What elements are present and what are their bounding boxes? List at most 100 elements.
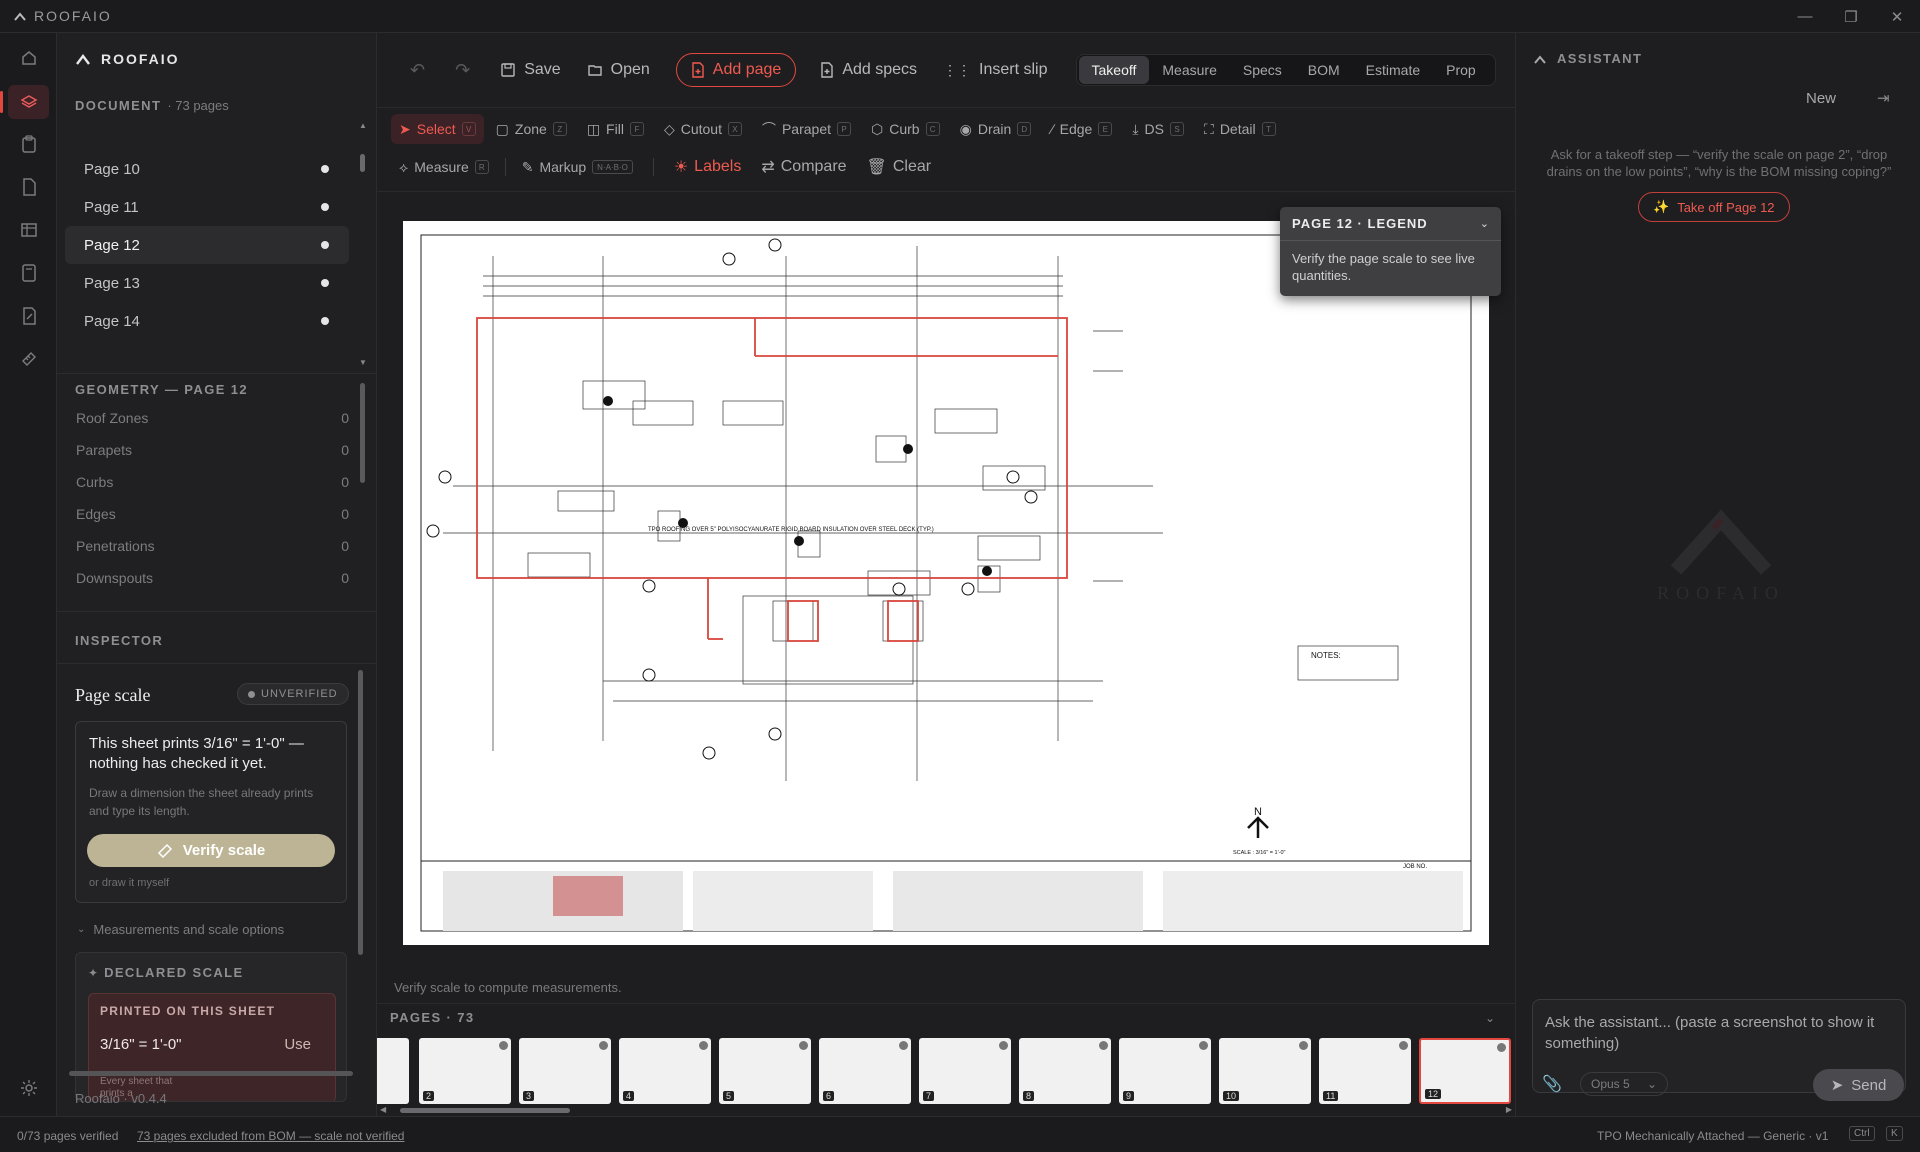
geometry-row[interactable]: Roof Zones 0 — [57, 402, 377, 434]
home-icon[interactable] — [8, 41, 49, 75]
tab-proposal[interactable]: Prop — [1433, 56, 1489, 84]
draw-it-myself-link[interactable]: or draw it myself — [89, 877, 169, 889]
curb-tool[interactable]: ⬡ Curb C — [863, 114, 948, 144]
calculator-icon[interactable] — [8, 256, 49, 290]
edge-tool[interactable]: ∕ Edge E — [1043, 114, 1120, 144]
fill-icon: ◫ — [586, 120, 601, 137]
top-toolbar: ↶ ↷ Save Open Add page Add specs ⋮⋮ Inser… — [377, 33, 1515, 108]
table-icon[interactable] — [8, 213, 49, 247]
zone-tool[interactable]: ▢ Zone Z — [488, 114, 575, 144]
chevron-down-icon[interactable]: ⌄ — [1480, 217, 1489, 230]
markup-tool[interactable]: ✎ Markup N·A·B·O — [514, 152, 641, 182]
page-list-item[interactable]: Page 11 — [65, 188, 349, 226]
system-label[interactable]: TPO Mechanically Attached — Generic · v1 — [1597, 1129, 1828, 1143]
model-select[interactable]: Opus 5 ⌄ — [1580, 1072, 1668, 1096]
exit-icon[interactable]: ⇥ — [1877, 89, 1890, 107]
roofaio-logo-icon — [14, 12, 26, 21]
page-thumbnail[interactable]: 8 — [1019, 1038, 1111, 1104]
page-thumbnail[interactable]: 6 — [819, 1038, 911, 1104]
send-button[interactable]: ➤ Send — [1813, 1069, 1904, 1101]
drawing-canvas[interactable]: NOTES: TPO ROOFING OVER 5" POLYISOCYANUR… — [403, 221, 1489, 945]
minimize-icon[interactable]: — — [1782, 0, 1828, 33]
new-chat-button[interactable]: New — [1806, 90, 1836, 107]
page-thumbnail[interactable] — [377, 1038, 409, 1104]
horizontal-scrollbar[interactable] — [61, 1069, 363, 1077]
redo-icon[interactable]: ↷ — [455, 60, 470, 81]
status-bar: 0/73 pages verified 73 pages excluded fr… — [0, 1116, 1920, 1152]
tab-estimate[interactable]: Estimate — [1353, 56, 1433, 84]
page-list-item-selected[interactable]: Page 12 — [65, 226, 349, 264]
drain-tool[interactable]: ◉ Drain D — [952, 114, 1040, 144]
geometry-row[interactable]: Downspouts 0 — [57, 562, 377, 594]
detail-tool[interactable]: ⛶ Detail T — [1196, 114, 1284, 144]
take-off-page-button[interactable]: ✨ Take off Page 12 — [1638, 192, 1790, 222]
page-thumbnail[interactable]: 9 — [1119, 1038, 1211, 1104]
box-icon: ⬡ — [871, 120, 884, 137]
tab-bom[interactable]: BOM — [1295, 56, 1353, 84]
fill-tool[interactable]: ◫ Fill F — [579, 114, 652, 144]
page-thumbnail[interactable]: 3 — [519, 1038, 611, 1104]
assistant-input[interactable]: Ask the assistant... (paste a screenshot… — [1545, 1012, 1885, 1054]
tab-measure[interactable]: Measure — [1149, 56, 1229, 84]
cutout-tool[interactable]: ◇ Cutout X — [656, 114, 750, 144]
page-thumbnail[interactable]: 4 — [619, 1038, 711, 1104]
page-thumbnail[interactable]: 7 — [919, 1038, 1011, 1104]
assistant-watermark: ROOFAIO — [1641, 508, 1801, 604]
tab-takeoff[interactable]: Takeoff — [1078, 56, 1150, 84]
geometry-heading: GEOMETRY — PAGE 12 — [75, 382, 249, 397]
edit-document-icon[interactable] — [8, 299, 49, 333]
insert-slip-icon: ⋮⋮ — [943, 61, 972, 78]
excluded-pages-link[interactable]: 73 pages excluded from BOM — scale not v… — [137, 1129, 404, 1143]
page-list-item[interactable]: Page 13 — [65, 264, 349, 302]
page-list-scrollbar[interactable]: ▲ ▼ — [359, 118, 367, 378]
labels-toggle[interactable]: ☀ Labels — [666, 152, 750, 182]
north-label: N — [1254, 806, 1262, 818]
title-bar: ROOFAIO — ❐ ✕ — [0, 0, 1920, 33]
inspector-scrollbar[interactable] — [358, 670, 363, 955]
geometry-row[interactable]: Curbs 0 — [57, 466, 377, 498]
chevron-down-icon[interactable]: ⌄ — [1485, 1011, 1495, 1025]
save-button[interactable]: Save — [500, 61, 561, 79]
settings-icon[interactable] — [8, 1071, 49, 1105]
ruler-icon — [157, 843, 172, 858]
attach-icon[interactable]: 📎 — [1542, 1074, 1562, 1094]
ruler-icon[interactable] — [8, 342, 49, 376]
downspout-tool[interactable]: ⤓ DS S — [1124, 114, 1192, 144]
open-icon — [587, 65, 602, 76]
clipboard-icon[interactable] — [8, 127, 49, 161]
geometry-row[interactable]: Penetrations 0 — [57, 530, 377, 562]
page-thumbnail[interactable]: 11 — [1319, 1038, 1411, 1104]
use-scale-button[interactable]: Use — [284, 1036, 311, 1053]
page-strip-scrollbar[interactable]: ◀ ▶ — [380, 1105, 1512, 1115]
parapet-tool[interactable]: ⌒ Parapet P — [754, 114, 859, 144]
compare-button[interactable]: ⇄ Compare — [753, 152, 854, 182]
open-button[interactable]: Open — [587, 61, 650, 79]
geometry-row[interactable]: Edges 0 — [57, 498, 377, 530]
page-list-item[interactable]: Page 10 — [65, 150, 349, 188]
maximize-icon[interactable]: ❐ — [1828, 0, 1874, 33]
clear-button[interactable]: 🗑 Clear — [859, 152, 940, 182]
page-list-item[interactable]: Page 14 — [65, 302, 349, 340]
geometry-scrollbar[interactable] — [360, 383, 365, 483]
page-thumbnail-selected[interactable]: 12 — [1419, 1038, 1511, 1104]
document-page-count: · 73 pages — [167, 98, 229, 113]
measure-tool[interactable]: ⟡ Measure R — [391, 152, 497, 182]
options-toggle[interactable]: ⌄ Measurements and scale options — [77, 922, 284, 937]
page-thumbnail[interactable]: 10 — [1219, 1038, 1311, 1104]
legend-header[interactable]: PAGE 12 · LEGEND ⌄ — [1280, 207, 1501, 241]
page-thumbnail[interactable]: 2 — [419, 1038, 511, 1104]
tab-specs[interactable]: Specs — [1230, 56, 1295, 84]
select-tool[interactable]: ➤ Select V — [391, 114, 484, 144]
document-icon[interactable] — [8, 170, 49, 204]
page-thumbnail[interactable]: 5 — [719, 1038, 811, 1104]
verify-scale-button[interactable]: Verify scale — [87, 834, 335, 867]
geometry-row[interactable]: Parapets 0 — [57, 434, 377, 466]
add-specs-button[interactable]: Add specs — [820, 61, 917, 79]
insert-slip-button[interactable]: ⋮⋮ Insert slip — [943, 61, 1047, 79]
close-icon[interactable]: ✕ — [1874, 0, 1920, 33]
shortcut-ctrl: Ctrl — [1849, 1126, 1875, 1141]
undo-icon[interactable]: ↶ — [410, 60, 425, 81]
add-page-button[interactable]: Add page — [675, 53, 797, 87]
tpo-note: TPO ROOFING OVER 5" POLYISOCYANURATE RIG… — [648, 527, 934, 533]
layers-icon[interactable] — [0, 85, 49, 119]
